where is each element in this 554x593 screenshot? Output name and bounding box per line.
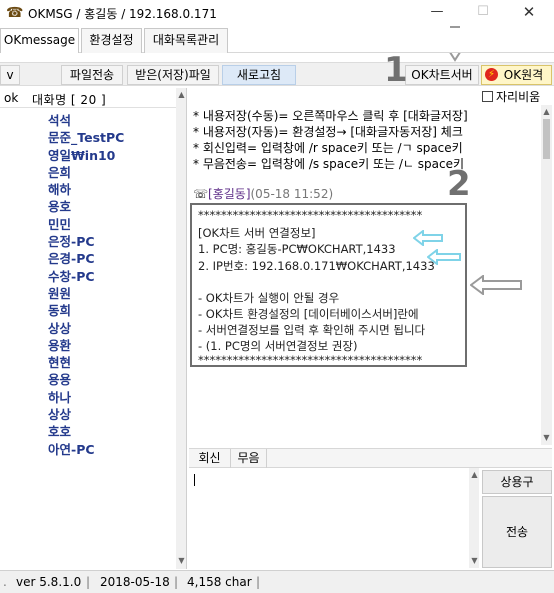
contact-row[interactable]: 용환 <box>0 334 175 353</box>
contact-row[interactable]: 원원 <box>0 282 175 301</box>
annotation-number-2: 2 <box>447 164 471 204</box>
contact-row[interactable]: 용용 <box>0 368 175 387</box>
contact-row[interactable]: 용호 <box>0 195 175 214</box>
toolbar: v 파일전송 받은(저장)파일 새로고침 OK차트서버 ⚡ OK원격 <box>0 62 554 86</box>
text-caret <box>194 474 195 486</box>
ok-chart-server-button[interactable]: OK차트서버 <box>405 65 479 85</box>
contact-row[interactable]: 상상 <box>0 403 175 422</box>
close-button[interactable]: ✕ <box>506 0 552 26</box>
annotation-left-arrow-gray <box>470 275 522 295</box>
scroll-up-icon[interactable]: ▲ <box>542 107 551 116</box>
message-line: - (1. PC명의 서버연결정보 권장) <box>198 339 358 353</box>
scroll-down-icon[interactable]: ▼ <box>542 433 551 442</box>
hint-line: * 내용저장(자동)= 환경설정→ [대화글자동저장] 체크 <box>193 125 463 139</box>
contact-list-header: ok 대화명 [ 20 ] <box>0 88 186 108</box>
away-label: 자리비움 <box>496 90 541 104</box>
contact-row[interactable]: 은희 <box>0 161 175 180</box>
received-files-button[interactable]: 받은(저장)파일 <box>127 65 219 85</box>
message-input[interactable]: ▲ ▼ <box>189 468 479 568</box>
send-button[interactable]: 전송 <box>482 496 552 568</box>
col-nickname[interactable]: 대화명 [ 20 ] <box>32 91 106 108</box>
contact-row[interactable]: 상상 <box>0 317 175 336</box>
contact-list-scrollbar[interactable]: ▲ ▼ <box>176 88 186 569</box>
contact-row[interactable]: 민민 <box>0 213 175 232</box>
contact-row[interactable]: 은경-PC <box>0 247 175 266</box>
scroll-down-icon[interactable]: ▼ <box>470 556 479 565</box>
version-text: ver 5.8.1.0 <box>16 575 82 589</box>
reply-tab[interactable]: 회신 <box>189 449 231 468</box>
chat-scrollbar[interactable]: ▲ ▼ <box>541 105 552 445</box>
status-bar: . ver 5.8.1.0 | 2018-05-18 | 4,158 char … <box>0 570 554 593</box>
contact-row[interactable]: 하나 <box>0 386 175 405</box>
ok-remote-button[interactable]: ⚡ OK원격 <box>481 65 552 85</box>
ok-remote-label: OK원격 <box>503 68 544 82</box>
message-sender: ☏[홍길동](05-18 11:52) <box>193 185 333 202</box>
sender-name[interactable]: [홍길동] <box>208 187 250 201</box>
hint-line: * 회신입력= 입력창에 /r space키 또는 /ㄱ space키 <box>193 141 463 155</box>
annotation-left-arrow-cyan <box>427 249 461 265</box>
message-line: 2. IP번호: 192.168.0.171₩OKCHART,1433 <box>198 259 435 273</box>
message-line: - OK차트 환경설정의 [데이터베이스서버]란에 <box>198 307 419 321</box>
contact-row[interactable]: 아연-PC <box>0 438 175 457</box>
scroll-up-icon[interactable]: ▲ <box>177 90 186 99</box>
silent-tab[interactable]: 무음 <box>231 449 267 468</box>
menu-bar: OKmessage 환경설정 대화목록관리 <box>0 28 554 53</box>
date-text: 2018-05-18 <box>100 575 170 589</box>
annotation-number-1: 1 <box>384 50 408 90</box>
contact-row[interactable]: 현현 <box>0 351 175 370</box>
tab-okmessage[interactable]: OKmessage <box>0 28 79 53</box>
message-line: [OK차트 서버 연결정보] <box>198 226 316 240</box>
scroll-up-icon[interactable]: ▲ <box>470 470 479 479</box>
input-scrollbar[interactable]: ▲ ▼ <box>469 468 479 568</box>
chat-scroll-thumb[interactable] <box>543 119 550 159</box>
input-options-bar: 회신 무음 <box>189 448 552 468</box>
tab-chat-list-manage[interactable]: 대화목록관리 <box>144 28 228 53</box>
contact-row[interactable]: 해하 <box>0 178 175 197</box>
contact-list-pane: ok 대화명 [ 20 ] 석석 문준_TestPC 영일₩in10 은희 해하 용호 민민… <box>0 88 187 569</box>
message-time: (05-18 11:52) <box>250 187 334 201</box>
collapse-button[interactable]: v <box>0 65 20 85</box>
contact-name: 아연-PC <box>48 441 95 457</box>
minimize-button[interactable]: — <box>414 0 460 26</box>
lightning-icon: ⚡ <box>485 68 498 81</box>
char-count: 4,158 char <box>187 575 252 589</box>
contact-row[interactable]: 수창-PC <box>0 265 175 284</box>
message-line: - 서버연결정보를 입력 후 확인해 주시면 됩니다 <box>198 323 426 337</box>
phone-icon: ☏ <box>193 187 209 201</box>
col-ok[interactable]: ok <box>4 91 18 105</box>
contact-row[interactable]: 석석 <box>0 109 175 128</box>
contact-row[interactable]: 영일₩in10 <box>0 144 175 163</box>
hint-line: * 내용저장(수동)= 오른쪽마우스 클릭 후 [대화글저장] <box>193 109 468 123</box>
phrases-button[interactable]: 상용구 <box>482 470 552 494</box>
message-line: *************************************** <box>198 208 423 222</box>
hint-line: * 무음전송= 입력창에 /s space키 또는 /ㄴ space키 <box>193 157 465 171</box>
away-checkbox[interactable]: 자리비움 <box>482 88 540 104</box>
scroll-down-icon[interactable]: ▼ <box>177 556 186 565</box>
refresh-button[interactable]: 새로고침 <box>222 65 296 85</box>
message-line: - OK차트가 실행이 안될 경우 <box>198 291 340 305</box>
maximize-button[interactable]: ☐ <box>460 0 506 26</box>
contact-row[interactable]: 은정-PC <box>0 230 175 249</box>
checkbox-box[interactable] <box>482 91 493 102</box>
title-bar: ☎ OKMSG / 홍길동 / 192.168.0.171 — ☐ ✕ <box>0 0 554 26</box>
message-line: *************************************** <box>198 353 423 367</box>
annotation-left-arrow-cyan <box>413 230 443 246</box>
message-line: 1. PC명: 홍길동-PC₩OKCHART,1433 <box>198 242 396 256</box>
contact-row[interactable]: 문준_TestPC <box>0 126 175 145</box>
tab-settings[interactable]: 환경설정 <box>81 28 142 53</box>
window-title: OKMSG / 홍길동 / 192.168.0.171 <box>28 7 217 21</box>
contact-row[interactable]: 호호 <box>0 420 175 439</box>
contact-row[interactable]: 동희 <box>0 299 175 318</box>
file-send-button[interactable]: 파일전송 <box>61 65 123 85</box>
message-body: *************************************** … <box>190 203 467 367</box>
contact-list: 석석 문준_TestPC 영일₩in10 은희 해하 용호 민민 은정-PC 은경-PC 수창-P… <box>0 109 175 457</box>
phone-app-icon: ☎ <box>6 5 24 21</box>
